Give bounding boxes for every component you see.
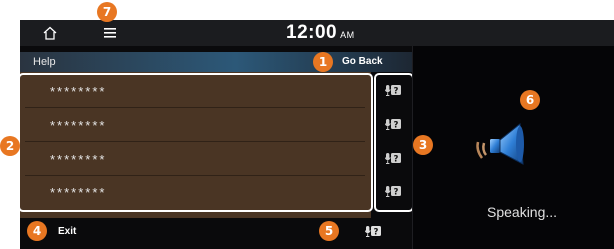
clock-time: 12:00 bbox=[286, 22, 338, 43]
speaker-icon bbox=[476, 123, 524, 165]
voice-help-icon[interactable]: ? bbox=[365, 225, 383, 239]
svg-text:?: ? bbox=[394, 187, 399, 197]
callout-1: 1 bbox=[313, 52, 333, 72]
voice-help-icon[interactable]: ? bbox=[385, 152, 403, 166]
callout-3: 3 bbox=[413, 135, 433, 155]
list-item[interactable]: ******** bbox=[25, 111, 365, 142]
clock: 12:00 AM bbox=[286, 22, 355, 44]
status-bar: 12:00 AM bbox=[20, 20, 614, 46]
go-back-button[interactable]: Go Back bbox=[342, 56, 383, 67]
svg-text:?: ? bbox=[394, 154, 399, 164]
callout-7: 7 bbox=[97, 2, 117, 22]
svg-text:?: ? bbox=[394, 86, 399, 96]
help-list: ******** ******** ******** ******** bbox=[20, 73, 373, 212]
callout-6: 6 bbox=[520, 90, 540, 110]
clock-ampm: AM bbox=[340, 30, 355, 40]
list-item[interactable]: ******** bbox=[25, 178, 365, 208]
list-item-label: ******** bbox=[50, 152, 107, 167]
callout-2: 2 bbox=[0, 136, 20, 156]
list-item[interactable]: ******** bbox=[25, 77, 365, 108]
list-item-label: ******** bbox=[50, 185, 107, 200]
callout-4: 4 bbox=[27, 221, 47, 241]
exit-button[interactable]: Exit bbox=[58, 226, 76, 237]
svg-text:?: ? bbox=[374, 227, 379, 237]
list-item-label: ******** bbox=[50, 84, 107, 99]
voice-status-text: Speaking... bbox=[487, 204, 558, 220]
voice-help-icon[interactable]: ? bbox=[385, 84, 403, 98]
voice-help-icon[interactable]: ? bbox=[385, 185, 403, 199]
menu-icon[interactable] bbox=[103, 27, 117, 39]
callout-5: 5 bbox=[319, 221, 339, 241]
home-icon[interactable] bbox=[42, 26, 58, 40]
list-item-label: ******** bbox=[50, 118, 107, 133]
list-item[interactable]: ******** bbox=[25, 145, 365, 176]
help-title: Help bbox=[33, 56, 56, 68]
voice-help-icon[interactable]: ? bbox=[385, 118, 403, 132]
svg-text:?: ? bbox=[394, 120, 399, 130]
voice-help-column: ? ? ? ? bbox=[374, 73, 414, 212]
